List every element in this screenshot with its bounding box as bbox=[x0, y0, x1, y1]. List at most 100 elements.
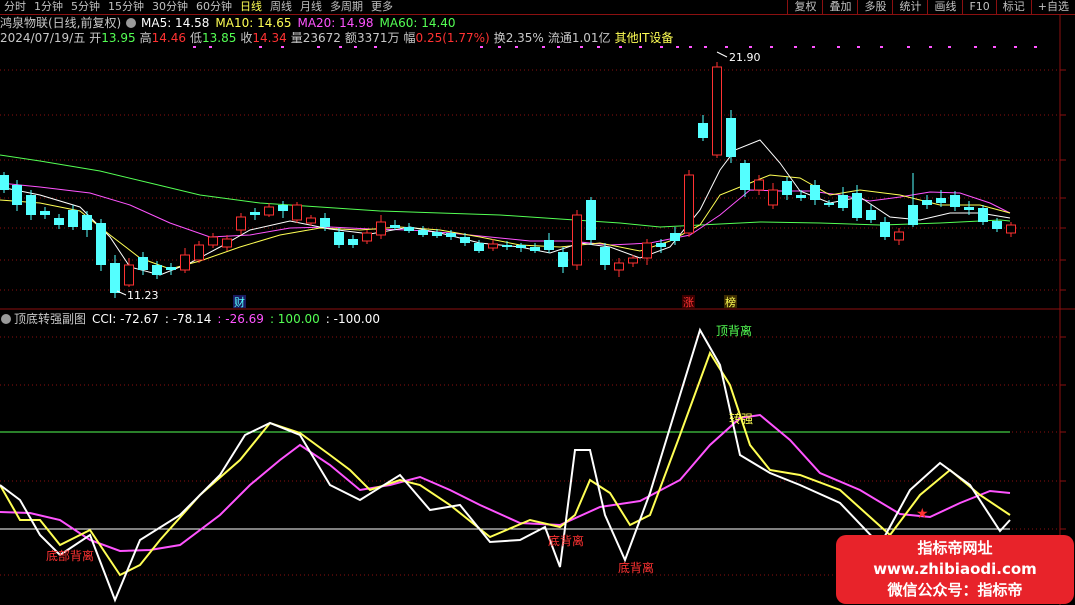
quote-info-item: 2024/07/19/五 bbox=[0, 31, 85, 45]
annotation-bottom-divergence: 底背离 bbox=[548, 533, 584, 548]
candlestick bbox=[390, 220, 400, 230]
signal-dot bbox=[193, 46, 196, 48]
candlestick bbox=[950, 191, 960, 211]
ma-legend-item: MA5: 14.58 bbox=[141, 16, 209, 30]
quote-info-item: 幅 bbox=[403, 30, 415, 45]
quote-info-item: 换2.35% bbox=[494, 31, 544, 45]
tool-button[interactable]: F10 bbox=[962, 0, 995, 14]
signal-dot bbox=[837, 46, 840, 48]
ma-legend-item: MA20: 14.98 bbox=[297, 16, 373, 30]
tab-period[interactable]: 多周期 bbox=[326, 0, 367, 14]
candlestick bbox=[26, 190, 36, 220]
tool-button[interactable]: 标记 bbox=[995, 0, 1031, 14]
watermark-badge: 指标帝网址 www.zhibiaodi.com 微信公众号：指标帝 bbox=[836, 535, 1074, 604]
tab-period[interactable]: 15分钟 bbox=[104, 0, 148, 14]
tab-period[interactable]: 30分钟 bbox=[148, 0, 192, 14]
tool-buttons: 复权 叠加 多股 统计 画线 F10 标记 +自选 bbox=[787, 0, 1075, 14]
main-panel-header: 鸿泉物联(日线,前复权) MA5: 14.58 MA10: 14.65 MA20: … bbox=[0, 15, 673, 45]
event-marker[interactable]: 榜 bbox=[724, 295, 737, 309]
event-marker[interactable]: 涨 bbox=[682, 295, 695, 309]
signal-dot bbox=[1014, 46, 1017, 48]
event-marker[interactable]: 财 bbox=[233, 295, 246, 309]
signal-dot bbox=[812, 46, 815, 48]
candlestick bbox=[782, 177, 792, 200]
tool-button[interactable]: 叠加 bbox=[822, 0, 857, 14]
signal-dot bbox=[948, 46, 951, 48]
indicator-value: : -100.00 bbox=[326, 312, 380, 326]
signal-dot bbox=[619, 46, 622, 48]
tool-button[interactable]: 画线 bbox=[927, 0, 962, 14]
candlestick bbox=[670, 227, 680, 245]
quote-info-item: 量 bbox=[291, 31, 303, 45]
quote-info-item: 额 bbox=[345, 31, 357, 45]
candlestick bbox=[810, 180, 820, 205]
signal-dot bbox=[515, 46, 518, 48]
quote-info-item: 14.46 bbox=[152, 31, 186, 45]
signal-dot bbox=[374, 46, 377, 48]
tab-period[interactable]: 1分钟 bbox=[30, 0, 67, 14]
period-toolbar: 分时 1分钟 5分钟 15分钟 30分钟 60分钟 日线 周线 月线 多周期 更多 复权 叠加 多股 统计… bbox=[0, 0, 1075, 15]
candlestick bbox=[418, 226, 428, 237]
annotation-bottom-divergence: 底部背离 bbox=[46, 548, 94, 563]
candlestick bbox=[236, 213, 246, 235]
annotation-bottom-divergence: 底背离 bbox=[618, 560, 654, 575]
signal-dot bbox=[498, 46, 501, 48]
candlestick bbox=[222, 235, 232, 251]
watermark-line1: 指标帝网址 bbox=[917, 539, 993, 557]
candlestick bbox=[208, 233, 218, 248]
candlestick bbox=[838, 187, 848, 211]
candlestick bbox=[558, 247, 568, 273]
candlestick bbox=[376, 215, 386, 239]
signal-dot bbox=[770, 46, 773, 48]
tool-button[interactable]: 复权 bbox=[787, 0, 822, 14]
candlestick bbox=[82, 211, 92, 237]
signal-dot bbox=[1034, 46, 1037, 48]
tab-period[interactable]: 5分钟 bbox=[67, 0, 104, 14]
signal-dot bbox=[317, 46, 320, 48]
stock-chart-app: 分时 1分钟 5分钟 15分钟 30分钟 60分钟 日线 周线 月线 多周期 更多 复权 叠加 多股 统计… bbox=[0, 0, 1075, 605]
signal-dot bbox=[907, 46, 910, 48]
tab-period[interactable]: 日线 bbox=[236, 0, 266, 14]
period-tabs: 分时 1分钟 5分钟 15分钟 30分钟 60分钟 日线 周线 月线 多周期 更多 bbox=[0, 0, 397, 14]
quote-info-item: 收 bbox=[240, 31, 252, 45]
settings-icon bbox=[126, 18, 136, 28]
signal-dot bbox=[281, 46, 284, 48]
indicator-title: 顶底转强副图 bbox=[14, 311, 86, 326]
candlestick bbox=[978, 205, 988, 225]
candlestick bbox=[194, 241, 204, 263]
tab-period[interactable]: 周线 bbox=[266, 0, 296, 14]
svg-text:财: 财 bbox=[234, 295, 245, 309]
price-extremes: 21.90 11.23 bbox=[116, 51, 761, 302]
candlestick bbox=[768, 183, 778, 209]
chart-grid bbox=[0, 15, 1075, 605]
candlestick bbox=[712, 62, 722, 158]
quote-info-line: 2024/07/19/五 开13.95 高14.46 低13.85 收14.34 量236… bbox=[0, 30, 673, 45]
candlestick bbox=[292, 202, 302, 223]
candlestick bbox=[54, 214, 64, 229]
tool-button[interactable]: 统计 bbox=[892, 0, 927, 14]
tool-button[interactable]: +自选 bbox=[1030, 0, 1075, 14]
candlestick bbox=[866, 205, 876, 223]
chart-canvas[interactable]: 鸿泉物联(日线,前复权) MA5: 14.58 MA10: 14.65 MA20: … bbox=[0, 15, 1075, 605]
tab-period[interactable]: 更多 bbox=[367, 0, 397, 14]
candlestick bbox=[530, 243, 540, 253]
quote-info-item: 0.25(1.77%) bbox=[416, 31, 490, 45]
ma10-line bbox=[0, 174, 1011, 270]
signal-dot bbox=[676, 46, 679, 48]
signal-dot bbox=[929, 46, 932, 48]
signal-dot bbox=[557, 46, 560, 48]
tab-period[interactable]: 60分钟 bbox=[192, 0, 236, 14]
candlestick bbox=[642, 239, 652, 265]
tab-period[interactable]: 分时 bbox=[0, 0, 30, 14]
signal-dot bbox=[339, 46, 342, 48]
candlestick bbox=[880, 217, 890, 240]
candlestick bbox=[250, 208, 260, 220]
indicator-value: CCI: -72.67 bbox=[92, 312, 159, 326]
tool-button[interactable]: 多股 bbox=[857, 0, 892, 14]
settings-icon bbox=[1, 314, 11, 324]
quote-info-item: 流通1.01亿 bbox=[548, 30, 611, 45]
tab-period[interactable]: 月线 bbox=[296, 0, 326, 14]
quote-info-item: 其他IT设备 bbox=[615, 31, 674, 45]
candlestick bbox=[348, 235, 358, 248]
svg-text:榜: 榜 bbox=[725, 295, 736, 309]
